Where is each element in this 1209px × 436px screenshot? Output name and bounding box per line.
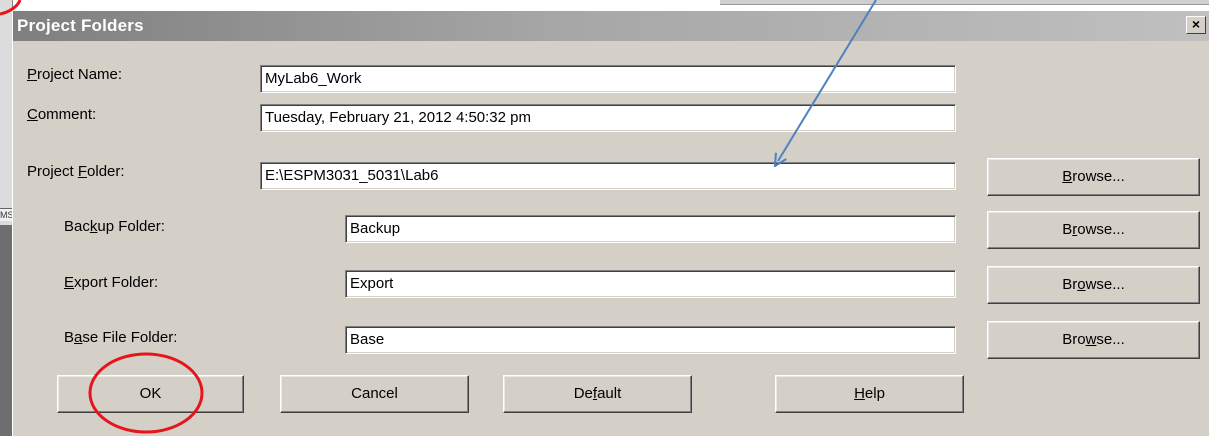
close-button[interactable]: × <box>1186 16 1206 34</box>
default-button[interactable]: Default <box>503 375 692 413</box>
browse-export-folder-button[interactable]: Browse... <box>987 266 1200 304</box>
export-folder-input[interactable]: Export <box>345 270 956 298</box>
base-file-folder-label: Base File Folder: <box>64 329 178 346</box>
cancel-button[interactable]: Cancel <box>280 375 469 413</box>
dialog-title: Project Folders <box>17 16 144 35</box>
comment-input[interactable]: Tuesday, February 21, 2012 4:50:32 pm <box>260 104 956 132</box>
comment-label: Comment: <box>27 106 97 123</box>
project-name-label: Project Name: <box>27 66 123 83</box>
background-window-strip <box>720 0 1209 5</box>
backup-folder-label: Backup Folder: <box>64 218 165 235</box>
background-window-fragment: MS <box>0 208 12 221</box>
project-folder-label: Project Folder: <box>27 163 125 180</box>
help-button[interactable]: Help <box>775 375 964 413</box>
close-icon: × <box>1191 16 1201 32</box>
export-folder-label: Export Folder: <box>64 274 159 291</box>
background-fragment-text: MS <box>0 210 12 220</box>
browse-project-folder-button[interactable]: Browse... <box>987 158 1200 196</box>
project-folder-input[interactable]: E:\ESPM3031_5031\Lab6 <box>260 162 956 190</box>
dialog-titlebar[interactable]: Project Folders × <box>13 11 1209 41</box>
project-name-input[interactable]: MyLab6_Work <box>260 65 956 93</box>
project-folders-dialog: Project Folders × Project Name: MyLab6_W… <box>12 10 1209 436</box>
browse-base-file-folder-button[interactable]: Browse... <box>987 321 1200 359</box>
browse-backup-folder-button[interactable]: Browse... <box>987 211 1200 249</box>
ok-button[interactable]: OK <box>57 375 244 413</box>
base-file-folder-input[interactable]: Base <box>345 326 956 354</box>
backup-folder-input[interactable]: Backup <box>345 215 956 243</box>
